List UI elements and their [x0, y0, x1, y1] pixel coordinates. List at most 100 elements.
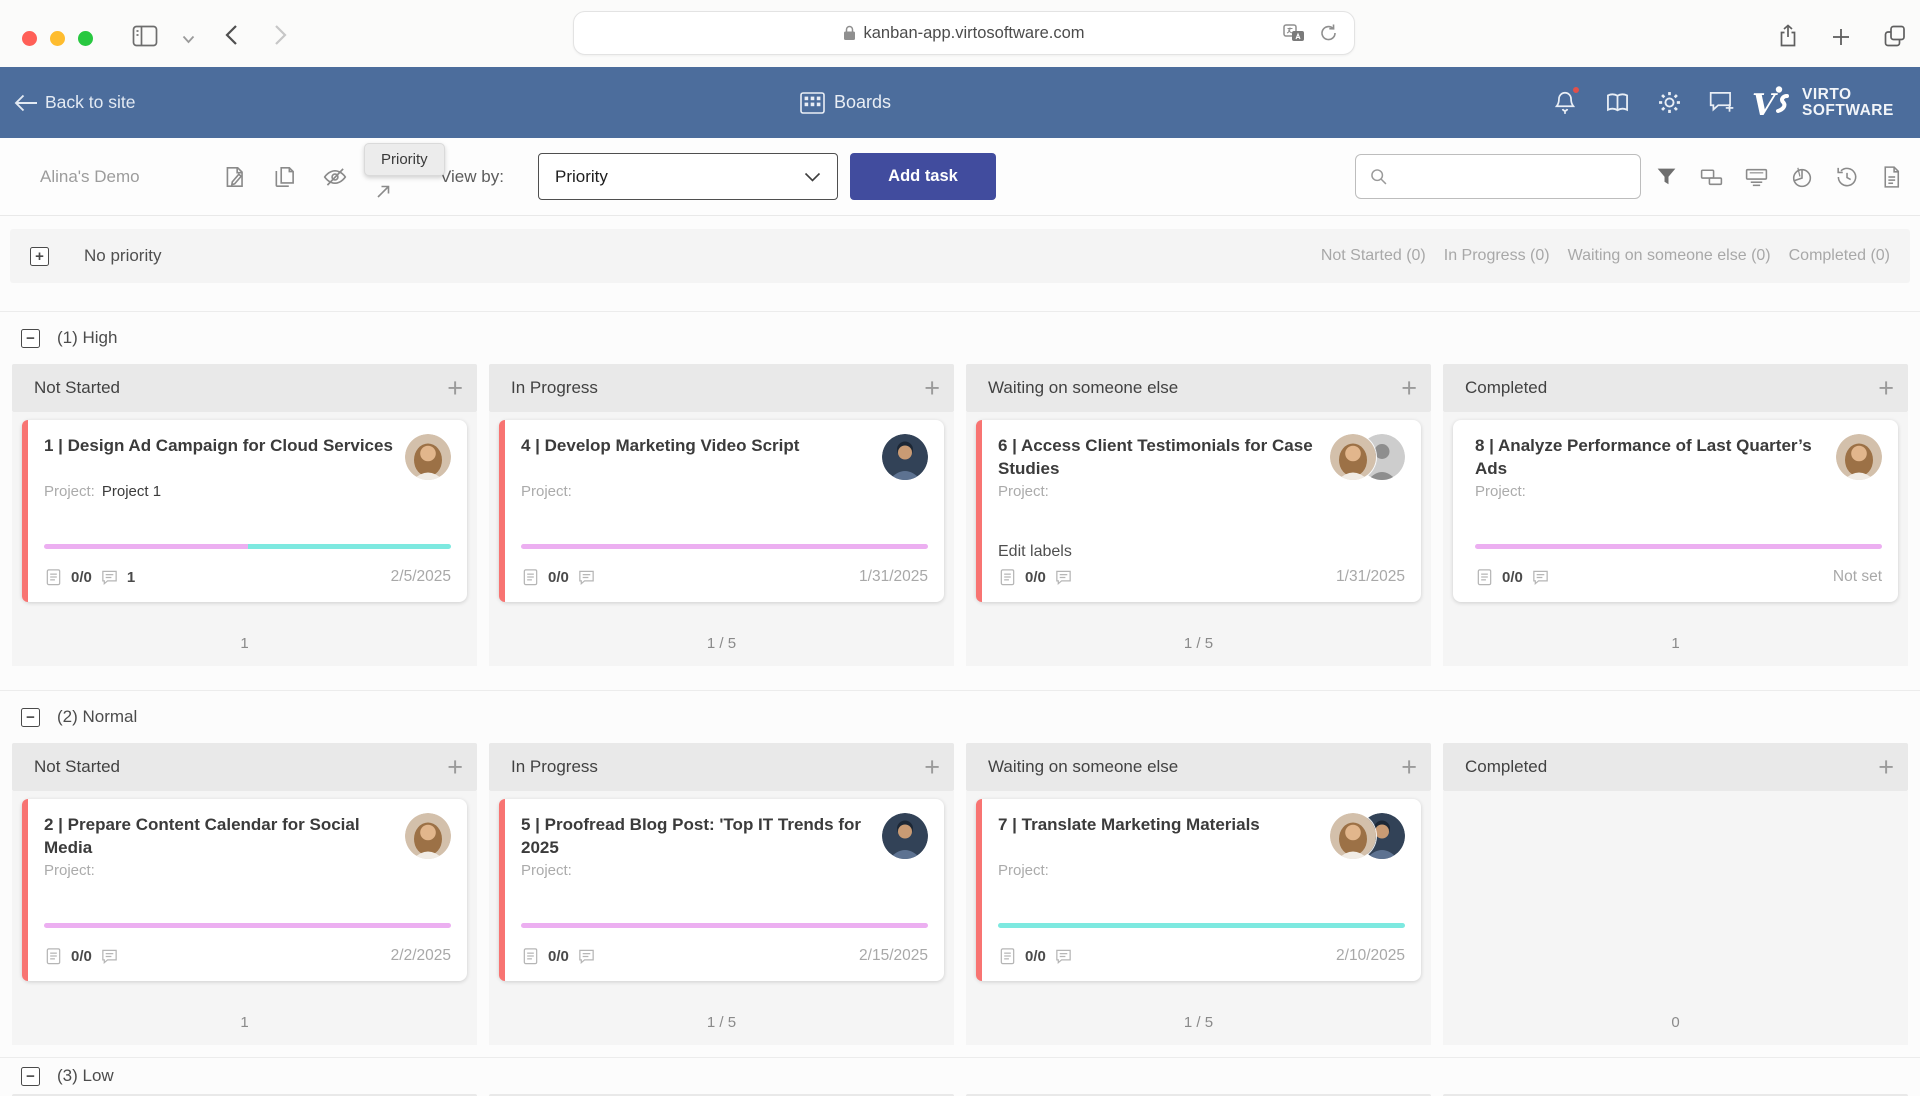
task-title: 6 | Access Client Testimonials for Case … [998, 434, 1330, 480]
column-body: 6 | Access Client Testimonials for Case … [966, 412, 1431, 620]
column-name: In Progress [511, 378, 598, 398]
minimize-window-icon[interactable] [50, 31, 65, 46]
search-input[interactable] [1397, 168, 1628, 186]
task-card[interactable]: 7 | Translate Marketing Materials Projec… [976, 799, 1421, 981]
priority-tooltip: Priority [364, 143, 445, 176]
new-tab-icon[interactable] [1832, 28, 1850, 46]
back-to-site-link[interactable]: Back to site [14, 67, 135, 138]
task-title: 5 | Proofread Blog Post: 'Top IT Trends … [521, 813, 882, 859]
add-card-button[interactable]: + [1401, 375, 1417, 402]
add-card-button[interactable]: + [1401, 754, 1417, 781]
task-card[interactable]: 8 | Analyze Performance of Last Quarter’… [1453, 420, 1898, 602]
hide-icon[interactable] [322, 164, 348, 190]
label-color [521, 923, 928, 928]
back-icon[interactable] [224, 24, 238, 46]
assignee-avatar [882, 434, 928, 480]
export-pdf-icon[interactable] [1879, 164, 1904, 189]
add-card-button[interactable]: + [924, 754, 940, 781]
close-window-icon[interactable] [22, 31, 37, 46]
section-header: − (3) Low [0, 1058, 1920, 1094]
notifications-bell-icon[interactable] [1552, 89, 1579, 116]
section-title: No priority [84, 246, 161, 266]
app-header: Back to site Boards V VIRTO SOFTWARE [0, 67, 1920, 138]
comments-icon [577, 568, 596, 587]
filter-icon[interactable] [1654, 164, 1679, 189]
label-color [44, 923, 451, 928]
task-card[interactable]: 6 | Access Client Testimonials for Case … [976, 420, 1421, 602]
chart-icon[interactable] [1789, 164, 1814, 189]
documentation-book-icon[interactable] [1604, 89, 1631, 116]
due-date: 2/15/2025 [859, 947, 928, 965]
add-task-button[interactable]: Add task [850, 153, 996, 200]
column-header: In Progress + [489, 364, 954, 412]
boards-nav[interactable]: Boards [800, 67, 891, 138]
open-link-icon[interactable] [376, 184, 391, 199]
assignees [1330, 434, 1405, 480]
edit-board-icon[interactable] [222, 164, 248, 190]
column-count: 1 / 5 [966, 620, 1431, 666]
add-card-button[interactable]: + [924, 375, 940, 402]
column-name: In Progress [511, 757, 598, 777]
forward-icon[interactable] [274, 24, 288, 46]
label-strip [521, 923, 928, 928]
edit-labels-link[interactable]: Edit labels [998, 543, 1405, 561]
back-to-site-label: Back to site [45, 92, 135, 113]
task-title: 1 | Design Ad Campaign for Cloud Service… [44, 434, 405, 457]
comments-icon [1054, 947, 1073, 966]
assignee-avatar [882, 813, 928, 859]
reload-icon[interactable] [1319, 23, 1338, 43]
task-title: 8 | Analyze Performance of Last Quarter’… [1475, 434, 1836, 480]
status-column: In Progress + 5 | Proofread Blog Post: '… [489, 743, 954, 1045]
due-date: 2/5/2025 [391, 568, 451, 586]
task-card[interactable]: 4 | Develop Marketing Video Script Proje… [499, 420, 944, 602]
project-row: Project: [1475, 483, 1882, 500]
due-date: 1/31/2025 [859, 568, 928, 586]
card-footer: 0/0 2/2/2025 [44, 944, 451, 968]
checklist-count: 0/0 [548, 948, 569, 965]
collapse-section-icon[interactable]: − [21, 708, 40, 727]
chevron-down-icon[interactable] [182, 35, 195, 44]
task-card[interactable]: 2 | Prepare Content Calendar for Social … [22, 799, 467, 981]
sidebar-toggle-icon[interactable] [132, 25, 158, 47]
card-footer: 0/0 1/31/2025 [998, 565, 1405, 589]
tab-overview-icon[interactable] [1884, 25, 1906, 47]
column-count: 1 [12, 620, 477, 666]
zoom-window-icon[interactable] [78, 31, 93, 46]
browser-chrome: kanban-app.virtosoftware.com [0, 0, 1920, 67]
search-box[interactable] [1355, 154, 1641, 199]
project-value: Project 1 [102, 483, 161, 500]
view-by-select[interactable]: Priority [538, 153, 838, 200]
task-card[interactable]: 1 | Design Ad Campaign for Cloud Service… [22, 420, 467, 602]
column-body: 5 | Proofread Blog Post: 'Top IT Trends … [489, 791, 954, 999]
add-card-button[interactable]: + [447, 754, 463, 781]
status-count: Waiting on someone else (0) [1568, 247, 1771, 265]
add-card-button[interactable]: + [1878, 754, 1894, 781]
checklist-icon [998, 567, 1017, 587]
feedback-chat-icon[interactable] [1708, 89, 1735, 116]
assignees [882, 434, 928, 480]
copy-board-icon[interactable] [272, 164, 298, 190]
assignees [405, 434, 451, 480]
due-date: 1/31/2025 [1336, 568, 1405, 586]
translate-icon[interactable] [1283, 24, 1305, 42]
checklist-count: 0/0 [71, 569, 92, 586]
card-settings-icon[interactable] [1744, 164, 1769, 189]
column-body: 8 | Analyze Performance of Last Quarter’… [1443, 412, 1908, 620]
status-count: In Progress (0) [1444, 247, 1550, 265]
group-boards-icon[interactable] [1699, 164, 1724, 189]
collapse-section-icon[interactable]: − [21, 1067, 40, 1086]
status-count: Completed (0) [1789, 247, 1890, 265]
collapse-section-icon[interactable]: − [21, 329, 40, 348]
add-card-button[interactable]: + [447, 375, 463, 402]
label-color [521, 544, 928, 549]
task-card[interactable]: 5 | Proofread Blog Post: 'Top IT Trends … [499, 799, 944, 981]
assignees [1836, 434, 1882, 480]
add-card-button[interactable]: + [1878, 375, 1894, 402]
expand-section-icon[interactable]: + [30, 247, 49, 266]
address-bar[interactable]: kanban-app.virtosoftware.com [573, 11, 1355, 55]
priority-section: − (3) Low [0, 1057, 1920, 1096]
settings-gear-icon[interactable] [1656, 89, 1683, 116]
share-icon[interactable] [1778, 24, 1798, 48]
column-body: 4 | Develop Marketing Video Script Proje… [489, 412, 954, 620]
history-icon[interactable] [1834, 164, 1859, 189]
